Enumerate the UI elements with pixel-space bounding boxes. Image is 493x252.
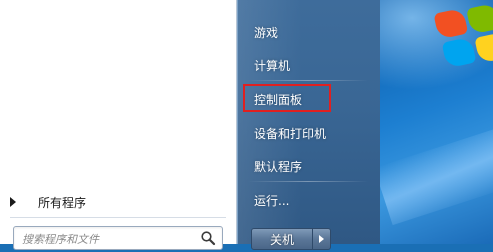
logo-blue-pane [441,36,477,69]
logo-green-pane [466,2,493,35]
menu-item-run[interactable]: 运行... [244,187,372,213]
menu-item-devices-printers[interactable]: 设备和打印机 [244,120,372,146]
shutdown-label: 关机 [269,232,294,247]
menu-item-label: 计算机 [254,58,291,73]
menu-item-label: 游戏 [254,25,279,40]
menu-divider [248,181,368,182]
menu-item-label: 运行... [254,193,290,208]
menu-item-computer[interactable]: 计算机 [244,52,372,78]
logo-yellow-pane [474,31,493,64]
programs-divider [10,217,226,218]
all-programs-arrow-icon [10,197,16,207]
shutdown-group: 关机 [251,228,331,252]
search-box[interactable] [13,226,223,250]
start-menu-programs-pane: 所有程序 [0,0,237,250]
menu-item-games[interactable]: 游戏 [244,19,372,45]
menu-item-default-programs[interactable]: 默认程序 [244,153,372,179]
menu-divider [248,80,368,81]
menu-item-label: 默认程序 [254,159,303,174]
shutdown-options-button[interactable] [313,228,331,250]
start-menu-right-pane: 游戏 计算机 控制面板 设备和打印机 默认程序 运行... 关机 [237,0,380,250]
wallpaper-streak [380,124,493,226]
logo-red-pane [433,7,469,40]
all-programs-label: 所有程序 [38,195,87,210]
menu-item-label: 设备和打印机 [254,126,327,141]
all-programs-button[interactable]: 所有程序 [0,190,236,214]
shutdown-options-arrow-icon [319,235,324,243]
shutdown-button[interactable]: 关机 [251,228,313,250]
search-input[interactable] [20,229,200,249]
highlight-annotation-box [243,84,331,112]
